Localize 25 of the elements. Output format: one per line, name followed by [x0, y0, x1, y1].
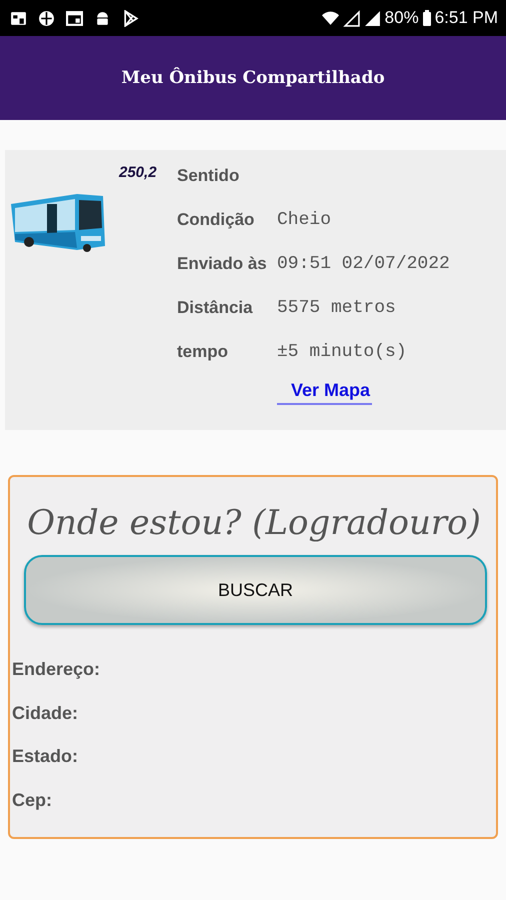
play-store-icon: [122, 10, 139, 26]
field-value: Cheio: [277, 210, 332, 230]
field-value: 5575 metros: [277, 298, 396, 318]
signal-icon: [342, 10, 360, 26]
field-label: Estado:: [12, 746, 80, 768]
field-label: Condição: [177, 210, 256, 230]
clock: 6:51 PM: [434, 8, 498, 28]
wifi-icon: [322, 10, 339, 26]
field-value: 09:51 02/07/2022: [277, 254, 450, 274]
signal-icon: [364, 10, 381, 26]
field-label: Distância: [177, 298, 254, 318]
battery-level: 80%: [384, 8, 419, 28]
field-label: Sentido: [177, 166, 240, 186]
map-link[interactable]: Ver Mapa: [277, 380, 372, 405]
app-title: Meu Ônibus Compartilhado: [121, 68, 385, 88]
field-label: Enviado às: [177, 254, 268, 274]
field-label: Cep:: [12, 790, 53, 812]
route-number: 250,2: [119, 164, 157, 181]
section-title: Onde estou? (Logradouro): [26, 503, 482, 543]
battery-icon: [422, 10, 431, 26]
field-label: Endereço:: [12, 659, 102, 681]
field-value: ±5 minuto(s): [277, 342, 407, 362]
field-label: tempo: [177, 342, 229, 362]
search-button[interactable]: BUSCAR: [24, 555, 487, 625]
field-label: Cidade:: [12, 702, 80, 724]
